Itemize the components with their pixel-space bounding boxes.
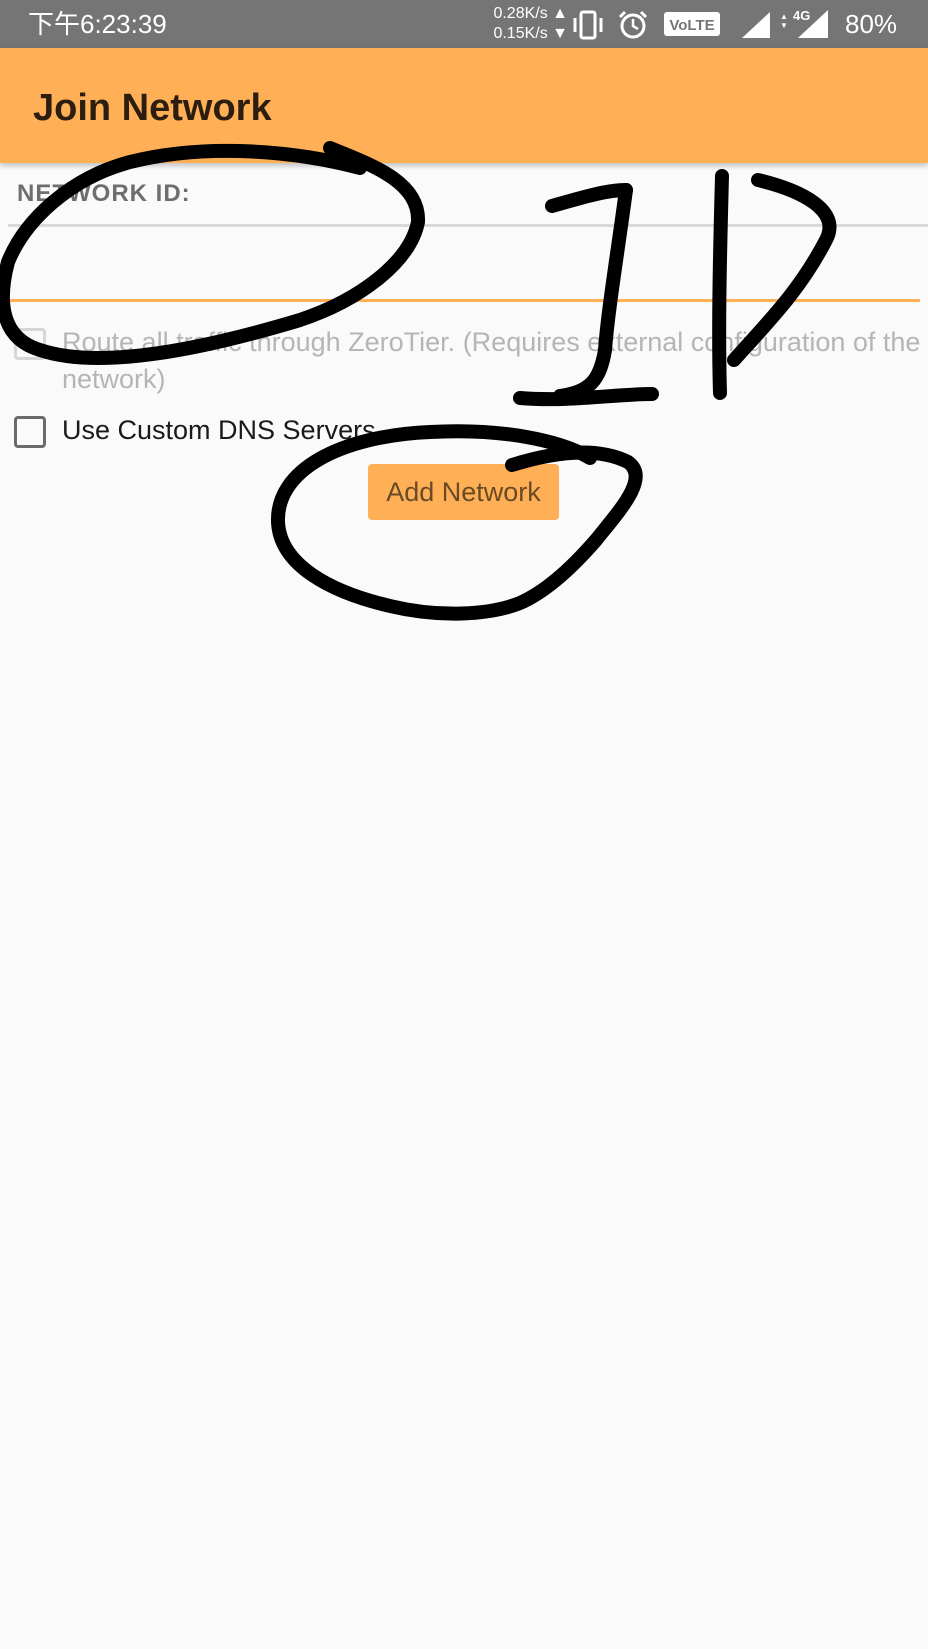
custom-dns-label[interactable]: Use Custom DNS Servers [62, 412, 376, 449]
app-bar: Join Network [0, 48, 928, 163]
signal-4g-icon: ▲ ▼ 4G [776, 6, 832, 45]
download-speed: 0.15K/s [493, 25, 548, 42]
network-id-input[interactable] [8, 232, 920, 302]
svg-text:▼: ▼ [780, 21, 788, 30]
alarm-icon [617, 10, 649, 45]
vibrate-icon [570, 10, 606, 45]
status-time: 下午6:23:39 [28, 9, 167, 39]
upload-speed: 0.28K/s [493, 5, 548, 22]
route-all-traffic-checkbox [14, 328, 46, 360]
route-all-traffic-option: Route all traffic through ZeroTier. (Req… [14, 324, 922, 398]
route-all-traffic-label: Route all traffic through ZeroTier. (Req… [62, 327, 921, 394]
page-title: Join Network [33, 87, 272, 129]
svg-text:4G: 4G [793, 8, 810, 23]
battery-percentage: 80% [845, 9, 898, 39]
add-network-button[interactable]: Add Network [368, 464, 559, 520]
network-speed: 0.28K/s ▲ 0.15K/s ▼ [493, 5, 568, 42]
status-bar: 下午6:23:39 0.28K/s ▲ 0.15K/s ▼ VoLTE ▲ ▼ … [0, 0, 928, 48]
volte-icon: VoLTE [664, 12, 720, 41]
label-divider [8, 224, 928, 227]
custom-dns-option[interactable]: Use Custom DNS Servers [14, 412, 376, 449]
svg-text:VoLTE: VoLTE [669, 17, 714, 34]
svg-text:▲: ▲ [780, 12, 788, 21]
signal-icon [740, 10, 772, 45]
custom-dns-checkbox[interactable] [14, 416, 46, 448]
network-id-label: NETWORK ID: [17, 180, 191, 207]
